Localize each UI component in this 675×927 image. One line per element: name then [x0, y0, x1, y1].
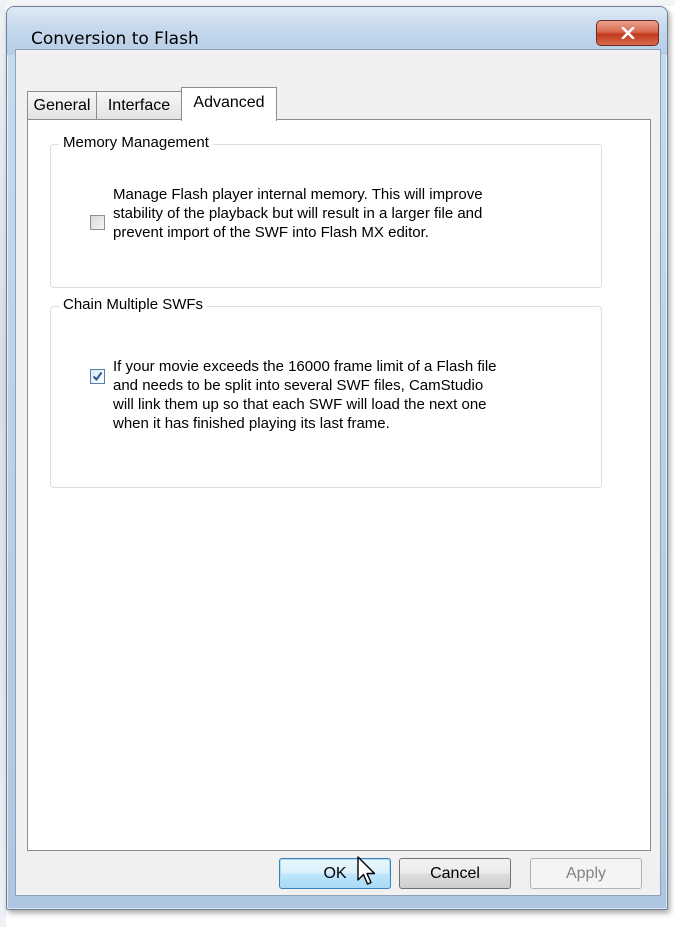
tab-interface-label: Interface [107, 97, 171, 114]
memory-management-group: Memory Management Manage Flash player in… [50, 134, 602, 288]
chain-description-line-2: and needs to be split into several SWF f… [113, 377, 484, 394]
advanced-tab-panel: Memory Management Manage Flash player in… [27, 119, 651, 851]
title-bar[interactable]: Conversion to Flash [7, 7, 667, 55]
apply-button: Apply [530, 858, 642, 889]
tab-general[interactable]: General [27, 91, 97, 120]
memory-management-legend: Memory Management [59, 134, 213, 151]
close-button[interactable] [596, 20, 659, 46]
chain-multiple-swfs-legend: Chain Multiple SWFs [59, 296, 208, 313]
mouse-pointer-icon [357, 856, 376, 885]
window-title: Conversion to Flash [31, 29, 199, 49]
chain-description-line-1: If your movie exceeds the 16000 frame li… [113, 358, 497, 375]
memory-management-description: Manage Flash player internal memory. Thi… [113, 185, 483, 242]
manage-memory-checkbox[interactable] [90, 215, 105, 230]
tab-advanced[interactable]: Advanced [181, 87, 277, 121]
tab-advanced-label: Advanced [193, 94, 265, 111]
memory-description-line-3: prevent import of the SWF into Flash MX … [113, 224, 429, 241]
tab-general-label: General [33, 97, 91, 114]
chain-description-line-4: when it has finished playing its last fr… [113, 415, 390, 432]
cancel-button[interactable]: Cancel [399, 858, 511, 889]
tab-interface[interactable]: Interface [96, 91, 182, 120]
memory-description-line-1: Manage Flash player internal memory. Thi… [113, 186, 483, 203]
chain-description-line-3: will link them up so that each SWF will … [113, 396, 487, 413]
checkmark-icon [92, 371, 103, 382]
chain-swfs-checkbox[interactable] [90, 369, 105, 384]
close-icon [621, 27, 634, 39]
dialog-window: Conversion to Flash General Interface Ad… [6, 6, 668, 910]
chain-multiple-swfs-group: Chain Multiple SWFs If your movie exceed… [50, 296, 602, 488]
memory-description-line-2: stability of the playback but will resul… [113, 205, 483, 222]
chain-swfs-description: If your movie exceeds the 16000 frame li… [113, 357, 497, 433]
dialog-body: General Interface Advanced Memory Manage… [15, 49, 661, 896]
